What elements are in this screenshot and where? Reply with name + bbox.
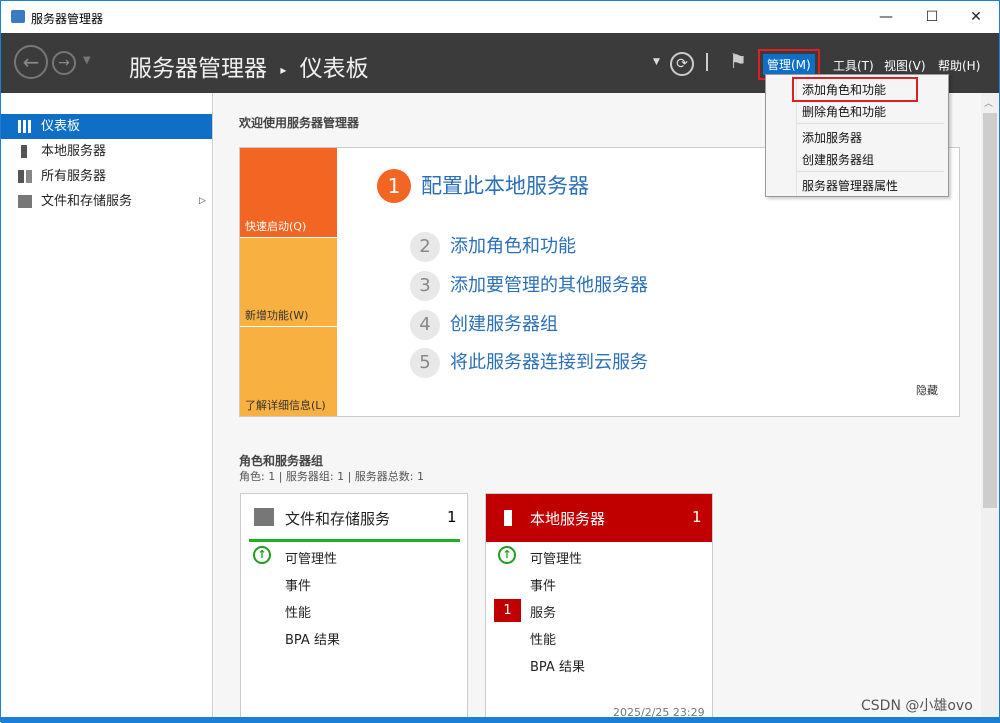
menu-item-add-servers[interactable]: 添加服务器 [802, 129, 862, 146]
scrollbar-thumb[interactable] [983, 113, 997, 508]
hide-link[interactable]: 隐藏 [916, 382, 938, 398]
sidebar-item-local-server[interactable]: 本地服务器 [1, 139, 212, 164]
ok-arrow-icon: ↑ [498, 546, 516, 564]
step-create-group[interactable]: 4 创建服务器组 [410, 310, 558, 340]
row-performance[interactable]: 性能 [530, 629, 556, 648]
status-bar [249, 539, 460, 542]
expand-arrow-icon[interactable]: ▷ [199, 189, 206, 214]
card-count: 1 [447, 508, 457, 526]
refresh-icon[interactable]: ⟳ [670, 52, 694, 76]
file-storage-icon [18, 195, 32, 208]
ok-arrow-icon: ↑ [253, 546, 271, 564]
breadcrumb-root[interactable]: 服务器管理器 [129, 56, 267, 82]
welcome-title: 欢迎使用服务器管理器 [239, 116, 360, 130]
notifications-flag-icon[interactable]: ⚑ [729, 49, 747, 73]
row-manageability[interactable]: 可管理性 [530, 548, 582, 567]
sidebar-item-label: 仪表板 [41, 119, 81, 134]
tile-quick-start[interactable]: 快速启动(Q) [240, 148, 337, 237]
row-manageability[interactable]: 可管理性 [285, 548, 337, 567]
back-icon[interactable]: ← [14, 45, 48, 79]
step-connect-cloud[interactable]: 5 将此服务器连接到云服务 [410, 348, 648, 378]
menu-item-add-roles[interactable]: 添加角色和功能 [792, 77, 918, 102]
sidebar-item-file-storage[interactable]: 文件和存储服务 ▷ [1, 189, 212, 214]
menu-item-properties[interactable]: 服务器管理器属性 [802, 177, 898, 194]
window-title: 服务器管理器 [31, 12, 104, 26]
tile-learn-more[interactable]: 了解详细信息(L) [240, 327, 337, 416]
server-icon [21, 145, 27, 158]
tile-whats-new[interactable]: 新增功能(W) [240, 238, 337, 326]
card-header: 文件和存储服务 1 [241, 494, 467, 542]
row-bpa[interactable]: BPA 结果 [530, 656, 585, 675]
card-header: 本地服务器 1 [486, 494, 712, 542]
sidebar-item-label: 本地服务器 [41, 144, 107, 159]
menu-tools[interactable]: 工具(T) [829, 55, 878, 76]
sidebar: 仪表板 本地服务器 所有服务器 文件和存储服务 ▷ [1, 93, 213, 717]
roles-summary: 角色: 1 | 服务器组: 1 | 服务器总数: 1 [239, 470, 425, 483]
sidebar-item-all-servers[interactable]: 所有服务器 [1, 164, 212, 189]
row-events[interactable]: 事件 [530, 575, 556, 594]
app-icon [11, 10, 25, 23]
menu-item-create-server-group[interactable]: 创建服务器组 [802, 151, 874, 168]
menu-view[interactable]: 视图(V) [880, 55, 930, 76]
step-add-roles[interactable]: 2 添加角色和功能 [410, 232, 576, 262]
divider [706, 53, 708, 71]
breadcrumb-page: 仪表板 [299, 56, 369, 82]
step-add-servers[interactable]: 3 添加要管理的其他服务器 [410, 271, 648, 301]
file-storage-icon [254, 508, 274, 526]
alert-badge: 1 [494, 599, 521, 622]
row-events[interactable]: 事件 [285, 575, 311, 594]
menu-item-remove-roles[interactable]: 删除角色和功能 [802, 103, 886, 120]
watermark: CSDN @小雄ovo [861, 698, 973, 714]
sidebar-item-label: 所有服务器 [41, 169, 107, 184]
breadcrumb-separator-icon: ▸ [280, 62, 287, 77]
dropdown-icon[interactable]: ▼ [653, 57, 660, 67]
close-button[interactable]: ✕ [953, 5, 999, 29]
manage-dropdown-menu: 添加角色和功能 删除角色和功能 添加服务器 创建服务器组 服务器管理器属性 [765, 74, 949, 197]
step-configure-local-server[interactable]: 1 配置此本地服务器 [377, 169, 589, 203]
maximize-button[interactable]: ☐ [909, 5, 955, 29]
title-bar: 服务器管理器 — ☐ ✕ [1, 1, 999, 33]
card-count: 1 [692, 508, 702, 526]
row-performance[interactable]: 性能 [285, 602, 311, 621]
sidebar-item-label: 文件和存储服务 [41, 194, 133, 209]
forward-icon[interactable]: → [52, 51, 76, 75]
row-services[interactable]: 服务 [530, 602, 556, 621]
servers-icon [18, 170, 32, 183]
window-border [1, 717, 1000, 723]
card-title: 本地服务器 [530, 510, 606, 528]
menu-help[interactable]: 帮助(H) [934, 55, 984, 76]
row-bpa[interactable]: BPA 结果 [285, 629, 340, 648]
role-card-file-storage[interactable]: 文件和存储服务 1 ↑ 可管理性 事件 性能 BPA 结果 [240, 493, 468, 719]
history-dropdown-icon[interactable]: ▼ [83, 55, 91, 66]
roles-title: 角色和服务器组 [239, 454, 324, 468]
card-title: 文件和存储服务 [285, 510, 391, 528]
dashboard-icon [18, 120, 32, 133]
menu-manage[interactable]: 管理(M) [758, 49, 820, 80]
breadcrumb: 服务器管理器 ▸ 仪表板 [129, 49, 369, 83]
role-card-local-server[interactable]: 本地服务器 1 ↑ 可管理性 事件 1 服务 性能 BPA 结果 2025/2/… [485, 493, 713, 719]
sidebar-item-dashboard[interactable]: 仪表板 [1, 114, 212, 139]
minimize-button[interactable]: — [863, 5, 909, 29]
scroll-up-icon[interactable]: ︿ [984, 96, 993, 109]
server-icon [504, 510, 512, 526]
